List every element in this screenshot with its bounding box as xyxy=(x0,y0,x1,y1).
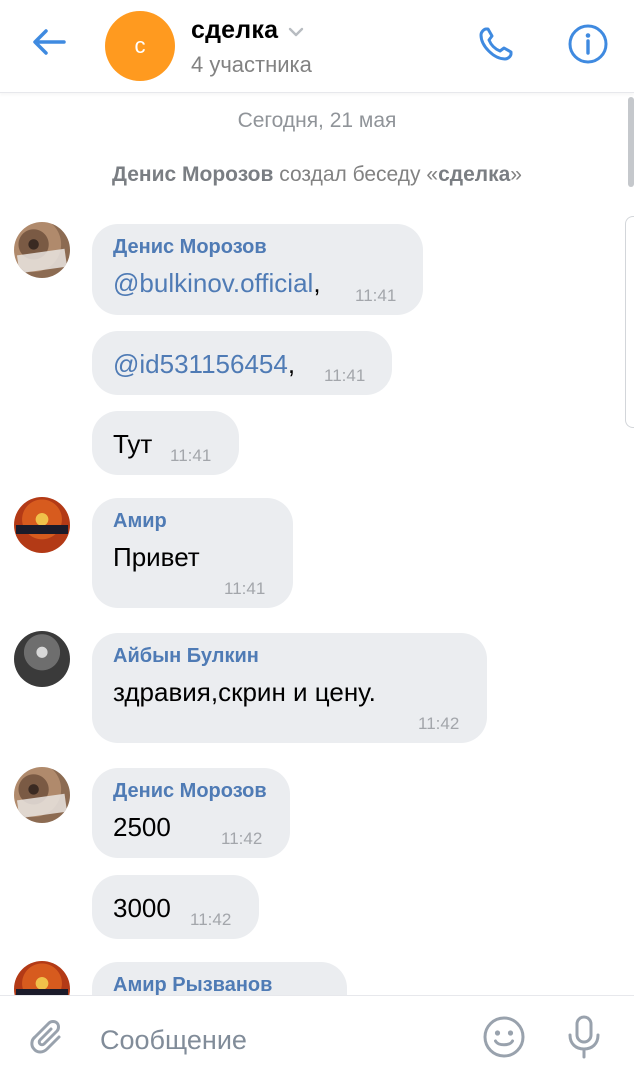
message-bubble[interactable]: Амир Привет 11:41 xyxy=(92,498,293,608)
message-sender: Амир Рызванов xyxy=(113,974,273,995)
side-panel-handle[interactable] xyxy=(625,216,634,428)
message-time: 11:41 xyxy=(355,286,397,305)
message-text: здравия,скрин и цену. xyxy=(113,677,376,707)
message-bubble[interactable]: @id531156454, 11:41 xyxy=(92,331,392,395)
avatar[interactable] xyxy=(14,631,70,687)
service-chat-name: сделка xyxy=(438,163,511,186)
message-suffix: , xyxy=(313,268,321,298)
message-bubble[interactable]: Денис Морозов @bulkinov.official, 11:41 xyxy=(92,224,423,315)
message-sender: Денис Морозов xyxy=(113,780,267,802)
message-input[interactable] xyxy=(100,1018,460,1062)
message-bubble[interactable]: Айбын Булкин здравия,скрин и цену. 11:42 xyxy=(92,633,487,743)
info-icon xyxy=(567,23,609,70)
message-time: 11:42 xyxy=(418,714,460,733)
message-text: 2500 xyxy=(113,812,171,842)
message-composer xyxy=(0,995,634,1081)
back-button[interactable] xyxy=(26,24,72,64)
info-button[interactable] xyxy=(564,22,612,70)
message-sender: Айбын Булкин xyxy=(113,645,259,667)
message-sender: Денис Морозов xyxy=(113,236,267,258)
chat-title: сделка xyxy=(191,16,279,44)
chat-header: с сделка 4 участника xyxy=(0,0,634,93)
message-feed[interactable]: Сегодня, 21 мая Денис Морозов создал бес… xyxy=(0,93,634,995)
smile-icon xyxy=(482,1015,526,1064)
chevron-down-icon xyxy=(288,24,304,42)
arrow-left-icon xyxy=(31,27,67,62)
mention-link[interactable]: @id531156454 xyxy=(113,349,288,379)
chat-avatar[interactable]: с xyxy=(105,11,175,81)
chat-members-count: 4 участника xyxy=(191,52,312,77)
microphone-icon xyxy=(564,1014,604,1065)
service-action: создал беседу xyxy=(279,163,421,186)
message-text: @bulkinov.official, xyxy=(113,268,321,299)
microphone-button[interactable] xyxy=(560,1015,608,1063)
avatar[interactable] xyxy=(14,961,70,995)
call-button[interactable] xyxy=(472,22,520,70)
paperclip-icon xyxy=(28,1018,68,1063)
message-text: 3000 xyxy=(113,893,171,923)
message-time: 11:42 xyxy=(190,910,232,929)
date-separator: Сегодня, 21 мая xyxy=(237,109,397,132)
message-text: Привет xyxy=(113,542,200,572)
service-quote-close: » xyxy=(510,163,522,186)
message-time: 11:42 xyxy=(221,829,263,848)
message-time: 11:41 xyxy=(224,579,266,598)
mention-link[interactable]: @bulkinov.official xyxy=(113,268,313,298)
message-text: Тут xyxy=(113,429,153,459)
service-message: Денис Морозов создал беседу «сделка» xyxy=(0,163,634,187)
emoji-button[interactable] xyxy=(480,1015,528,1063)
message-bubble[interactable]: 3000 11:42 xyxy=(92,875,259,939)
message-bubble[interactable]: Тут 11:41 xyxy=(92,411,239,475)
avatar[interactable] xyxy=(14,222,70,278)
message-time: 11:41 xyxy=(324,366,366,385)
avatar[interactable] xyxy=(14,497,70,553)
message-bubble[interactable]: Амир Рызванов xyxy=(92,962,347,995)
message-bubble[interactable]: Денис Морозов 2500 11:42 xyxy=(92,768,290,858)
message-sender: Амир xyxy=(113,510,167,532)
phone-icon xyxy=(476,24,516,69)
chat-avatar-letter: с xyxy=(134,33,146,58)
message-time: 11:41 xyxy=(170,446,212,465)
chat-title-button[interactable]: сделка xyxy=(191,16,304,45)
service-actor: Денис Морозов xyxy=(112,163,274,186)
message-text: @id531156454, xyxy=(113,349,295,380)
service-quote-open: « xyxy=(426,163,439,186)
avatar[interactable] xyxy=(14,767,70,823)
message-suffix: , xyxy=(287,349,296,379)
attach-button[interactable] xyxy=(24,1016,72,1064)
